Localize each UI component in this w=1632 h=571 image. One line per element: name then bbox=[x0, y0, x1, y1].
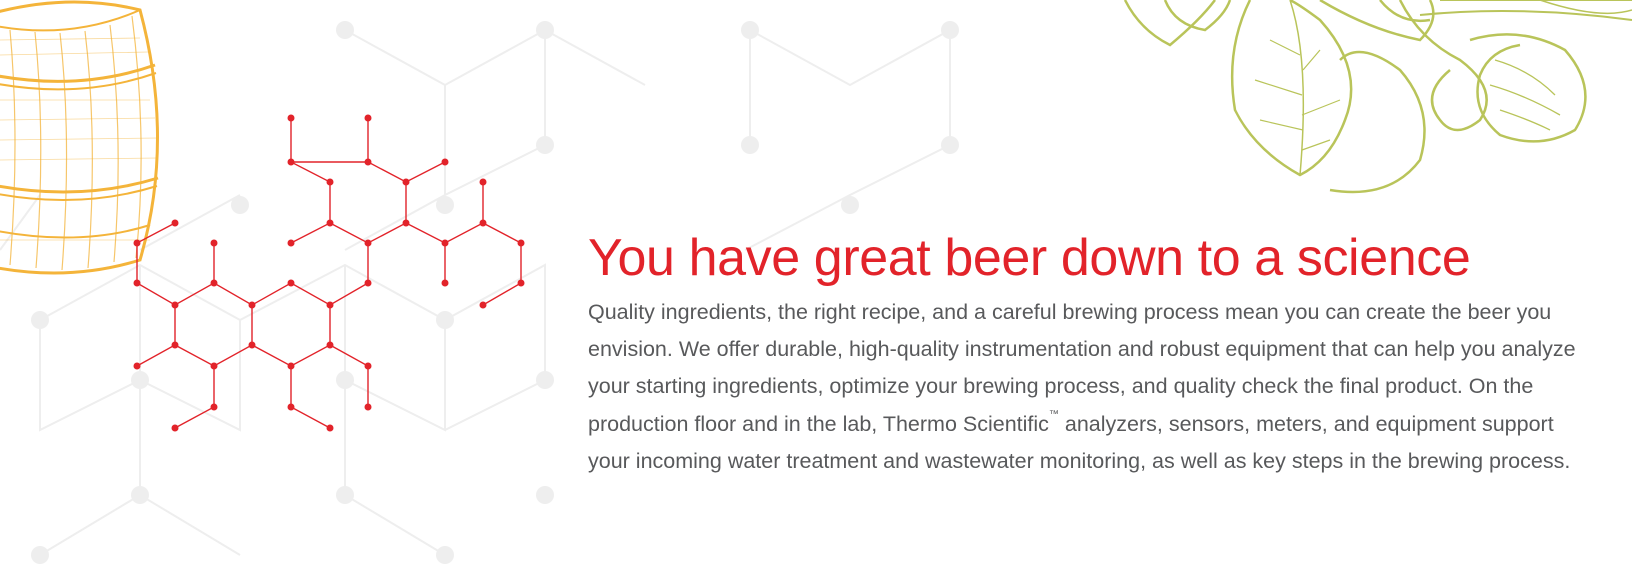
hops-illustration bbox=[1123, 0, 1632, 194]
headline: You have great beer down to a science bbox=[588, 229, 1471, 287]
barrel-illustration bbox=[0, 0, 159, 275]
intro-paragraph: Quality ingredients, the right recipe, a… bbox=[588, 294, 1588, 480]
trademark-symbol: ™ bbox=[1048, 408, 1059, 420]
intro-section: You have great beer down to a science Qu… bbox=[588, 228, 1588, 480]
